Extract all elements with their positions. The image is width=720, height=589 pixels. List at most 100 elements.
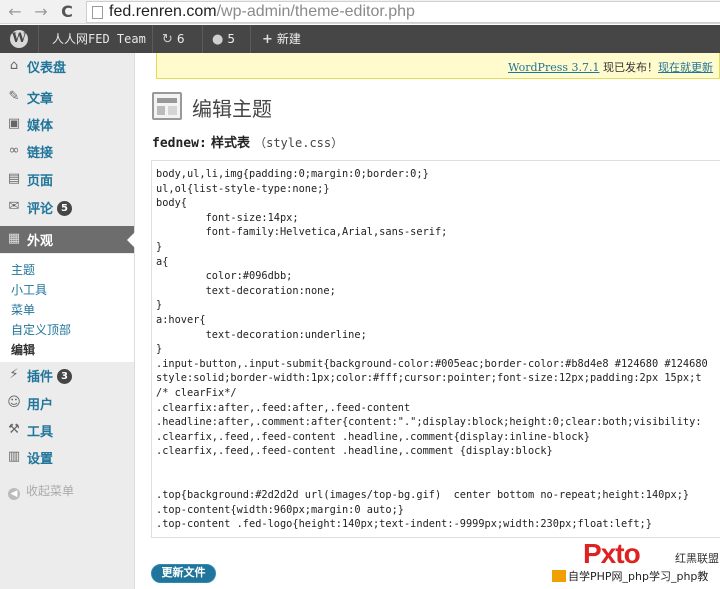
watermark-bar: 自学PHP网_php学习_php教	[552, 568, 720, 586]
admin-bar-divider	[202, 25, 203, 53]
url-text: fed.renren.com/wp-admin/theme-editor.php	[109, 3, 415, 21]
submenu-item-editor[interactable]: 编辑	[11, 341, 35, 358]
menu-label: 设置	[27, 452, 54, 467]
collapse-arrow-icon: ◀	[8, 488, 20, 500]
admin-sidebar: ⌂ 仪表盘 ✎ 文章 ▣ 媒体 ∞ 链接 ▤ 页面 ✉ 评论 5 ▦ 外观 主题…	[0, 53, 135, 589]
settings-icon: ▥	[7, 449, 21, 464]
appearance-submenu: 主题 小工具 菜单 自定义顶部 编辑	[0, 254, 134, 362]
new-label: 新建	[276, 32, 301, 46]
menu-item-tools[interactable]: ⚒ 工具	[0, 417, 134, 444]
menu-item-settings[interactable]: ▥ 设置	[0, 444, 134, 471]
address-bar[interactable]: fed.renren.com/wp-admin/theme-editor.php	[86, 1, 720, 23]
browser-toolbar: ← → C fed.renren.com/wp-admin/theme-edit…	[0, 0, 720, 24]
menu-label: 插件	[27, 370, 54, 385]
code-line: body{	[156, 197, 187, 210]
submenu-item-custom-header[interactable]: 自定义顶部	[11, 321, 71, 338]
update-now-link[interactable]: 现在就更新	[658, 61, 713, 74]
menu-label: 评论	[27, 202, 54, 217]
code-line: a:hover{	[156, 314, 206, 326]
watermark-bottom-text: 自学PHP网_php学习_php教	[568, 570, 709, 583]
menu-item-pages[interactable]: ▤ 页面	[0, 166, 134, 193]
code-line: .top-content .fed-logo{height:140px;text…	[156, 518, 652, 531]
menu-label: 外观	[27, 234, 54, 249]
code-line: .top{background:#2d2d2d url(images/top-b…	[156, 489, 690, 502]
menu-item-posts[interactable]: ✎ 文章	[0, 84, 134, 111]
watermark-icon	[552, 570, 566, 582]
submenu-item-menus[interactable]: 菜单	[11, 301, 35, 318]
menu-label: 工具	[27, 425, 54, 440]
new-content-link[interactable]: + 新建	[262, 25, 301, 53]
code-line: }	[156, 241, 163, 253]
submenu-item-widgets[interactable]: 小工具	[11, 281, 47, 298]
code-line: }	[156, 343, 163, 356]
code-line: font-size:14px;	[156, 211, 299, 224]
code-line: }	[156, 299, 163, 312]
comments-link[interactable]: ● 5	[212, 25, 235, 53]
notice-middle-text: 现已发布！	[599, 61, 658, 74]
theme-name: fednew:	[152, 136, 207, 151]
code-editor[interactable]: body,ul,li,img{padding:0;margin:0;border…	[151, 160, 720, 538]
plus-icon: +	[262, 32, 273, 47]
code-line: .clearfix,.feed,.feed-content .headline,…	[156, 445, 553, 458]
pin-icon: ✎	[8, 89, 20, 104]
code-line: .clearfix,.feed,.feed-content .headline,…	[156, 430, 590, 443]
reload-icon[interactable]: C	[58, 3, 76, 21]
menu-label: 页面	[27, 174, 54, 189]
submenu-item-themes[interactable]: 主题	[11, 261, 35, 278]
menu-label: 仪表盘	[27, 61, 67, 76]
watermark-logo: Pxto	[583, 538, 673, 570]
users-icon: ☺	[7, 395, 21, 410]
file-label: 样式表	[210, 136, 250, 151]
page-icon	[92, 6, 103, 19]
menu-item-links[interactable]: ∞ 链接	[0, 138, 134, 165]
menu-item-dashboard[interactable]: ⌂ 仪表盘	[0, 53, 134, 80]
page-title: 编辑主题	[192, 97, 272, 121]
menu-item-appearance[interactable]: ▦ 外观	[0, 226, 135, 253]
dashboard-icon: ⌂	[9, 58, 19, 73]
back-arrow-icon[interactable]: ←	[6, 3, 24, 21]
collapse-menu-button[interactable]: ◀ 收起菜单	[8, 482, 74, 500]
menu-item-media[interactable]: ▣ 媒体	[0, 111, 134, 138]
wordpress-logo-button[interactable]: W	[6, 25, 32, 53]
menu-item-comments[interactable]: ✉ 评论 5	[0, 194, 134, 221]
wordpress-version-link[interactable]: WordPress 3.7.1	[508, 61, 599, 74]
update-notice-text: WordPress 3.7.1 现已发布！现在就更新	[508, 59, 713, 75]
code-line: /* clearFix*/	[156, 387, 237, 399]
tools-icon: ⚒	[8, 422, 20, 437]
collapse-label: 收起菜单	[26, 484, 75, 498]
comments-badge: 5	[57, 201, 72, 216]
comment-icon: ✉	[8, 199, 20, 214]
watermark-logo-text: Pxto	[583, 538, 641, 569]
code-line: ul,ol{list-style-type:none;}	[156, 182, 330, 195]
menu-item-users[interactable]: ☺ 用户	[0, 390, 134, 417]
site-name-link[interactable]: 人人网FED Team	[52, 25, 146, 53]
menu-label: 链接	[27, 146, 54, 161]
code-line: .top-content{width:960px;margin:0 auto;}	[156, 503, 404, 516]
url-path: /wp-admin/theme-editor.php	[216, 3, 415, 20]
plugin-icon: ⚡	[9, 367, 19, 382]
code-line: .headline:after,.comment:after{content:"…	[156, 416, 702, 429]
update-notice: WordPress 3.7.1 现已发布！现在就更新	[156, 53, 720, 79]
page-icon: ▤	[7, 171, 21, 186]
menu-label: 用户	[27, 398, 54, 413]
update-file-button[interactable]: 更新文件	[151, 564, 216, 583]
menu-item-plugins[interactable]: ⚡ 插件 3	[0, 362, 134, 389]
url-host: fed.renren.com	[109, 3, 217, 20]
current-menu-arrow	[127, 232, 135, 248]
wordpress-logo-icon: W	[10, 30, 28, 48]
code-line: text-decoration:none;	[156, 284, 336, 297]
watermark-side-text: 红黑联盟	[675, 552, 719, 565]
code-line: body,ul,li,img{padding:0;margin:0;border…	[156, 168, 429, 180]
admin-bar-divider	[152, 25, 153, 53]
forward-arrow-icon[interactable]: →	[32, 3, 50, 21]
appearance-icon: ▦	[7, 231, 21, 246]
code-line: .input-button,.input-submit{background-c…	[156, 357, 708, 370]
updates-link[interactable]: ↻ 6	[162, 25, 185, 53]
code-line: .clearfix:after,.feed:after,.feed-conten…	[156, 401, 411, 414]
code-line: font-family:Helvetica,Arial,sans-serif;	[156, 226, 448, 239]
file-heading: fednew: 样式表 （style.css）	[152, 132, 343, 151]
admin-bar: W 人人网FED Team ↻ 6 ● 5 + 新建	[0, 25, 720, 53]
menu-label: 文章	[27, 92, 54, 107]
plugins-badge: 3	[57, 369, 72, 384]
code-line: style:solid;border-width:1px;color:#fff;…	[156, 372, 702, 385]
